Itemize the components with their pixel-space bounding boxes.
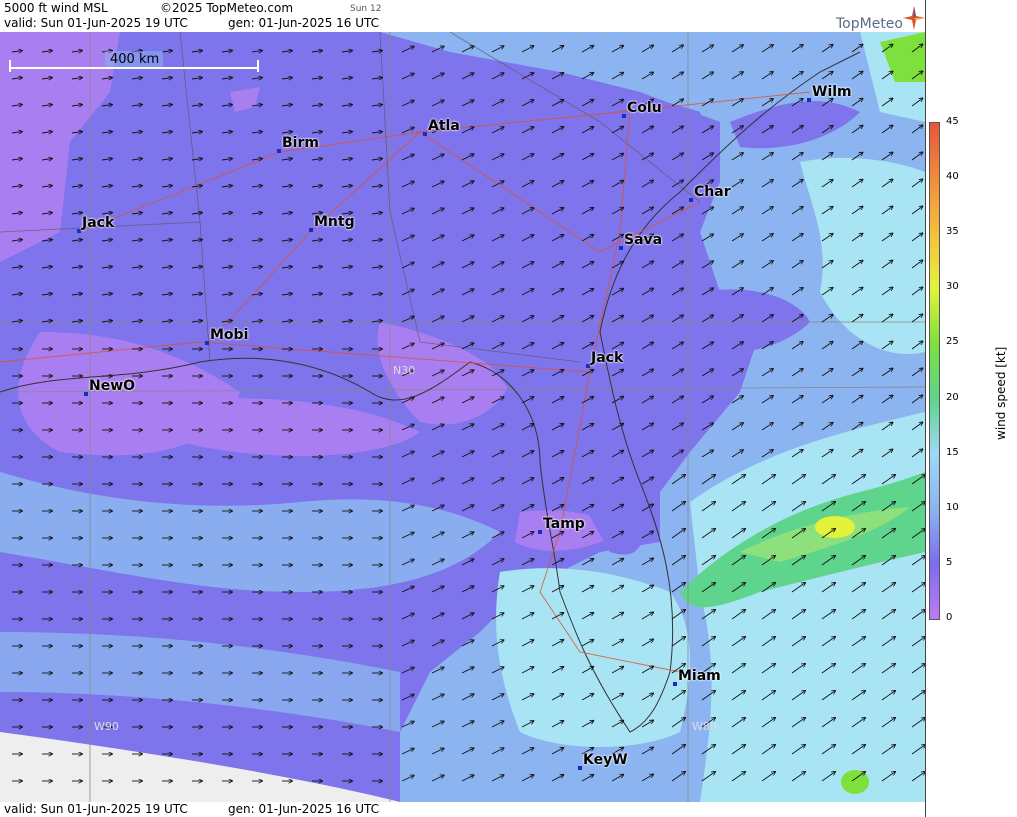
city-marker	[309, 228, 313, 232]
compass-star-icon	[903, 6, 925, 30]
wind-map[interactable]: 400 km Birm Atla Colu Wilm Jack Mntg Char Sava M…	[0, 32, 925, 802]
city-marker	[205, 341, 209, 345]
city-label: Colu	[627, 100, 662, 116]
grid-label-w90: W90	[94, 720, 119, 733]
city-label: Sava	[624, 232, 663, 248]
city-label: Jack	[591, 350, 624, 366]
wind-map-canvas	[0, 32, 925, 802]
topmeteo-logo: TopMeteo	[830, 6, 925, 32]
legend-tick: 5	[946, 556, 953, 568]
city-marker	[578, 766, 582, 770]
legend-tick: 10	[946, 501, 959, 513]
city-marker	[689, 198, 693, 202]
legend-tick: 20	[946, 391, 959, 403]
city-label: Birm	[282, 135, 319, 151]
legend-title: wind speed [kt]	[994, 346, 1008, 440]
city-label: Atla	[428, 118, 460, 134]
map-footer: valid: Sun 01-Jun-2025 19 UTC gen: 01-Ju…	[0, 802, 925, 817]
city-label: Mntg	[314, 214, 355, 230]
legend-tick: 45	[946, 116, 959, 127]
city-label: Char	[694, 184, 731, 200]
legend-tick: 30	[946, 281, 959, 293]
city-label: Miam	[678, 668, 721, 684]
city-label: NewO	[89, 378, 136, 394]
copyright: ©2025 TopMeteo.com	[160, 1, 294, 15]
gen-time: gen: 01-Jun-2025 16 UTC	[228, 16, 380, 30]
wind-speed-legend: 45 40 35 30 25 20 15 10 5 0 wind speed [kt]	[925, 0, 1017, 817]
city-label: Mobi	[210, 327, 249, 343]
run-label: Sun 12	[350, 4, 382, 14]
city-marker	[423, 132, 427, 136]
city-marker	[807, 98, 811, 102]
city-marker	[673, 682, 677, 686]
valid-time: valid: Sun 01-Jun-2025 19 UTC	[4, 16, 188, 30]
scale-label: 400 km	[110, 52, 160, 67]
grid-label-n30: N30	[393, 364, 416, 377]
city-marker	[77, 229, 81, 233]
city-label: Tamp	[543, 516, 585, 532]
city-marker	[619, 246, 623, 250]
legend-tick: 0	[946, 612, 953, 623]
city-marker	[277, 149, 281, 153]
map-header: 5000 ft wind MSL ©2025 TopMeteo.com Sun …	[0, 0, 925, 32]
city-marker	[586, 364, 590, 368]
legend-tick: 25	[946, 336, 959, 348]
logo-text: TopMeteo	[836, 16, 903, 32]
city-label: Wilm	[812, 84, 852, 100]
map-title: 5000 ft wind MSL	[4, 1, 108, 15]
legend-color-bar	[929, 122, 940, 620]
city-label: Jack	[82, 215, 115, 231]
city-marker	[622, 114, 626, 118]
legend-tick: 40	[946, 171, 959, 183]
legend-tick: 15	[946, 446, 959, 458]
city-label: KeyW	[583, 752, 628, 768]
footer-valid-time: valid: Sun 01-Jun-2025 19 UTC	[4, 802, 188, 816]
footer-gen-time: gen: 01-Jun-2025 16 UTC	[228, 802, 380, 816]
city-marker	[538, 530, 542, 534]
city-marker	[84, 392, 88, 396]
legend-tick: 35	[946, 226, 959, 238]
grid-label-w80: W80	[692, 720, 717, 733]
